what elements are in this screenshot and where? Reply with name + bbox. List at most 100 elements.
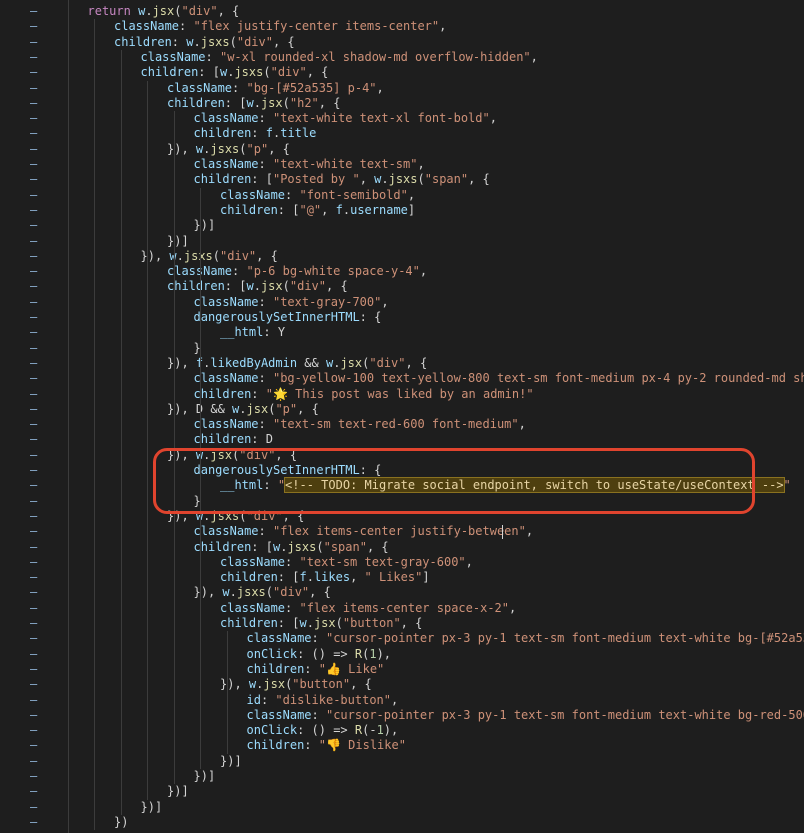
code-line[interactable]: className: "flex items-center justify-be… [194,524,534,539]
code-line[interactable]: }), f.likedByAdmin && w.jsx("div", { [167,356,427,371]
text-cursor [502,525,503,540]
code-editor[interactable]: – – – – – – – – – – – – – – – – – – – – – – – – – – – – – – – – – – – – – – – –… [0,0,804,833]
code-token: : [251,126,266,141]
code-line[interactable]: className: "bg-yellow-100 text-yellow-80… [194,371,804,386]
code-token: })] [193,218,216,233]
code-token: (- [362,723,377,738]
code-token: return [87,4,139,18]
code-token: , { [306,65,329,80]
code-line[interactable]: children: "🌟 This post was liked by an a… [194,387,534,402]
code-line[interactable]: onClick: () => R(1), [247,647,392,662]
code-token: : () => [297,723,355,738]
code-line[interactable]: children: [w.jsx("div", { [167,279,348,294]
indent-guide [147,80,149,800]
code-line[interactable]: className: "text-sm text-gray-600", [220,555,473,570]
code-line[interactable]: children: "👎 Dislike" [247,738,406,753]
code-line[interactable]: className: "cursor-pointer px-3 py-1 tex… [247,631,804,646]
code-token: children [193,432,252,447]
code-token: className [193,294,259,309]
code-line[interactable]: children: [w.jsxs("span", { [194,540,389,555]
code-line[interactable]: className: "text-white text-xl font-bold… [194,111,497,126]
code-token: , { [268,141,290,156]
code-line[interactable]: className: "text-gray-700", [194,295,389,310]
todo-comment-token: <!-- TODO: Migrate social endpoint, swit… [284,477,785,494]
code-token: : [ [224,95,247,110]
code-token: "@" [299,202,322,217]
code-line[interactable]: className: "flex items-center space-x-2"… [220,601,516,616]
code-token: w [299,616,307,630]
code-token: , [391,692,399,707]
code-line[interactable]: children: ["Posted by ", w.jsxs("span", … [194,172,490,187]
code-line[interactable]: children: [f.likes, " Likes"] [220,570,430,585]
code-token: . [342,202,351,217]
code-token: && [297,355,326,370]
code-line[interactable]: children: [w.jsx("h2", { [167,96,340,111]
code-line[interactable]: className: "font-semibold", [220,188,415,203]
code-token: "div" [289,279,326,294]
code-line[interactable]: children: ["@", f.username] [220,203,415,218]
code-token: ( [212,248,221,263]
code-line[interactable]: }), w.jsx("button", { [220,677,372,692]
code-line[interactable]: }), D && w.jsx("p", { [167,402,319,417]
code-line[interactable]: children: w.jsxs("div", { [114,35,295,50]
code-token: w [222,585,230,600]
code-line[interactable]: })] [194,218,216,233]
code-line[interactable]: })] [194,769,216,784]
code-token: ( [239,508,247,523]
code-token: children [114,34,172,49]
code-line[interactable]: }) [114,815,128,830]
code-token: : [285,554,300,569]
code-line[interactable]: className: "bg-[#52a535] p-4", [167,81,384,96]
code-line[interactable]: }), w.jsxs("div", { [167,509,304,524]
code-token: className [246,707,312,722]
code-line[interactable]: dangerouslySetInnerHTML: { [194,310,382,325]
code-line[interactable]: dangerouslySetInnerHTML: { [194,463,382,478]
code-line[interactable]: className: "text-sm text-red-600 font-me… [194,417,526,432]
code-line[interactable]: className: "cursor-pointer px-3 py-1 tex… [247,708,804,723]
code-area[interactable]: return w.jsx("div", {className: "flex ju… [0,0,804,833]
code-line[interactable]: })] [167,234,189,249]
code-token: "cursor-pointer px-3 py-1 text-sm font-m… [325,631,804,646]
code-line[interactable]: className: "w-xl rounded-xl shadow-md ov… [141,50,538,65]
code-line[interactable]: })] [167,784,189,799]
code-token: "text-gray-700" [272,294,382,309]
code-line[interactable]: __html: "<!-- TODO: Migrate social endpo… [220,477,791,494]
code-token: })] [220,753,242,768]
code-token: className [193,111,259,126]
code-token: "cursor-pointer px-3 py-1 text-sm font-m… [325,707,804,722]
code-token: "div" [239,447,276,462]
code-line[interactable]: __html: Y [220,325,285,340]
code-token: children [193,386,252,401]
code-line[interactable]: }), w.jsxs("div", { [194,585,331,600]
code-line[interactable]: children: "👍 Like" [247,662,385,677]
code-line[interactable]: className: "flex justify-center items-ce… [114,19,446,34]
code-token: ] [422,570,430,585]
code-line[interactable]: children: [w.jsx("button", { [220,616,422,631]
code-token: children [220,202,278,217]
code-line[interactable]: className: "p-6 bg-white space-y-4", [167,264,427,279]
code-token: D [265,432,273,447]
code-line[interactable]: }), w.jsxs("div", { [141,249,278,264]
code-token: : () => [297,646,355,661]
code-token: : [304,661,319,676]
code-token: : [251,386,266,401]
indent-guide [94,19,96,831]
code-line[interactable]: children: f.title [194,126,317,141]
code-line[interactable]: children: [w.jsxs("div", { [141,65,329,80]
code-line[interactable]: }), w.jsx("div", { [167,448,297,463]
code-line[interactable]: onClick: () => R(-1), [247,723,399,738]
code-token: : [ [277,616,300,630]
code-token: ), [376,646,392,661]
code-token: . [229,585,237,600]
code-token: : [251,432,266,447]
code-token: children [193,172,252,187]
code-line[interactable]: })] [141,800,163,815]
code-token: ( [239,141,247,156]
code-token: ( [263,65,271,80]
code-line[interactable]: }), w.jsxs("p", { [167,142,290,157]
code-line[interactable]: id: "dislike-button", [247,693,399,708]
code-line[interactable]: children: D [194,432,273,447]
code-line[interactable]: return w.jsx("div", { [88,4,240,19]
code-line[interactable]: className: "text-white text-sm", [194,157,425,172]
code-line[interactable]: })] [220,754,242,769]
